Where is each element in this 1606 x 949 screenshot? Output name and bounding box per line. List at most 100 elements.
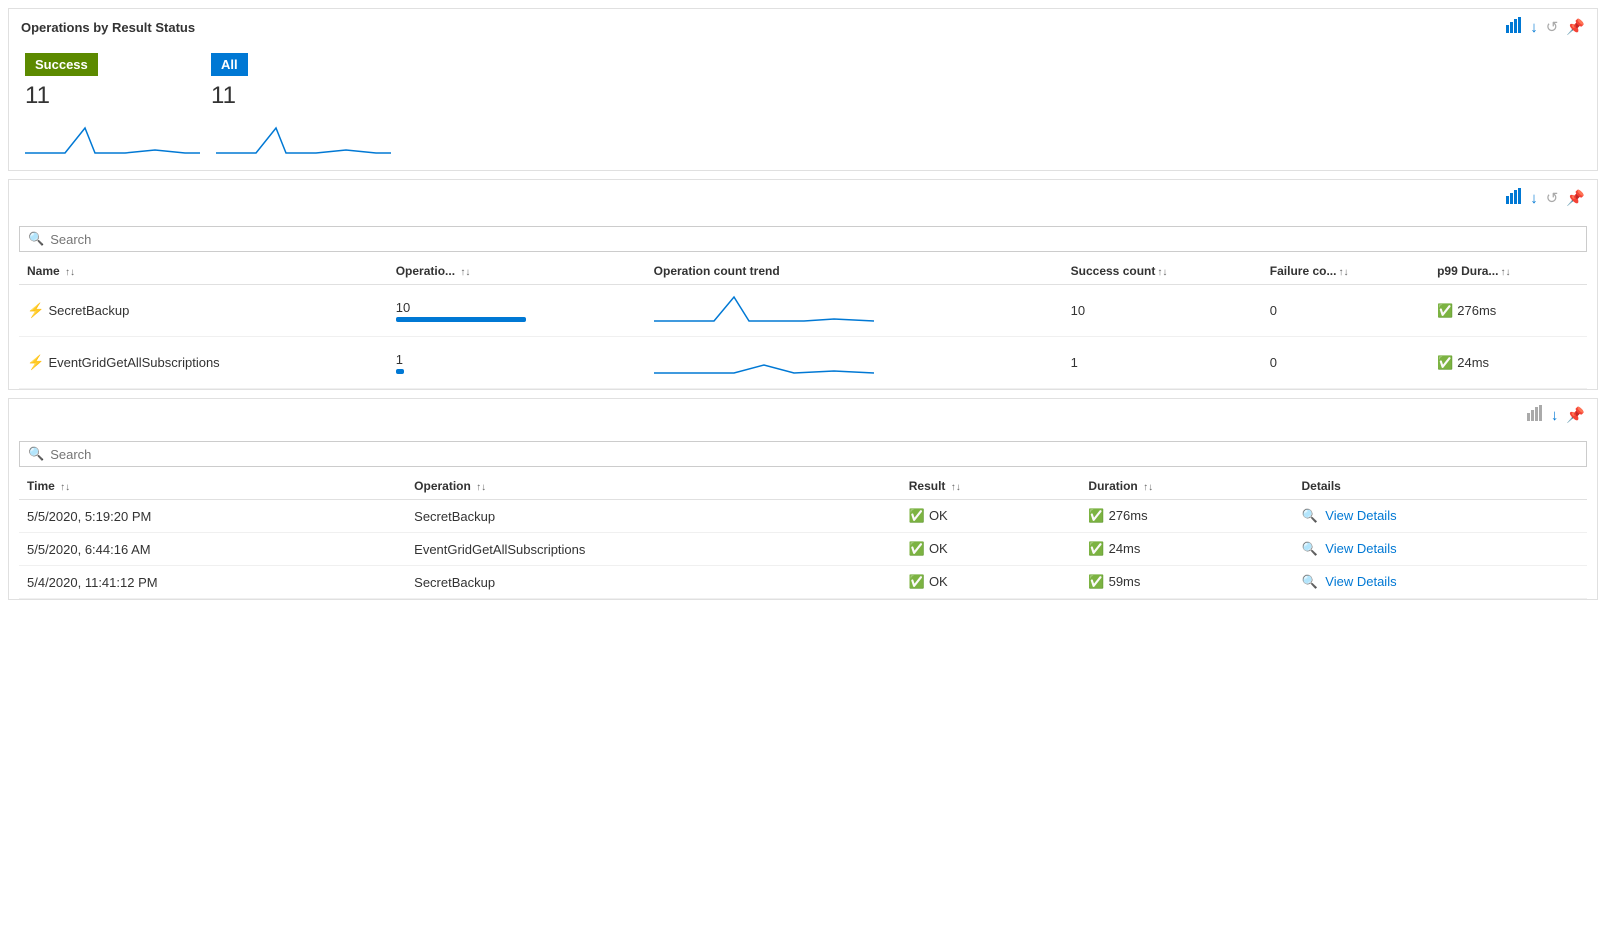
col-failure[interactable]: Failure co...↑↓ — [1262, 258, 1429, 285]
col-name[interactable]: Name ↑↓ — [19, 258, 388, 285]
ok-check-icon: ✅ — [1437, 355, 1453, 370]
top-panel-icons: ↓ ↺ 📌 — [1506, 17, 1585, 37]
col-trend[interactable]: Operation count trend — [646, 258, 1063, 285]
trend-chart — [654, 345, 874, 377]
trend-chart — [654, 293, 874, 325]
magnify-icon: 🔍 — [1301, 508, 1317, 523]
result-ok-icon: ✅ — [909, 574, 925, 589]
pin-icon[interactable]: 📌 — [1566, 18, 1585, 36]
stat-value-success: 11 — [25, 80, 195, 114]
bottom-row-operation: SecretBackup — [406, 500, 901, 533]
middle-pin-icon[interactable]: 📌 — [1566, 189, 1585, 207]
middle-row-trend — [646, 337, 1063, 389]
col-duration[interactable]: p99 Dura...↑↓ — [1429, 258, 1587, 285]
top-panel-title: Operations by Result Status — [21, 20, 195, 35]
stat-label-success: Success — [25, 53, 98, 76]
bottom-search-input[interactable] — [50, 447, 1578, 462]
view-details-link[interactable]: View Details — [1325, 508, 1396, 523]
op-bar — [396, 317, 526, 322]
duration-ok-icon: ✅ — [1088, 541, 1104, 556]
bottom-table-header-row: Time ↑↓ Operation ↑↓ Result ↑↓ Duration … — [19, 473, 1587, 500]
bottom-table: Time ↑↓ Operation ↑↓ Result ↑↓ Duration … — [19, 473, 1587, 599]
middle-row-name: ⚡EventGridGetAllSubscriptions — [19, 337, 388, 389]
stat-cards: Success 11 All 11 — [9, 45, 1597, 118]
middle-download-icon[interactable]: ↓ — [1530, 190, 1538, 207]
top-panel-header: Operations by Result Status ↓ ↺ 📌 — [9, 9, 1597, 45]
chart-icon[interactable] — [1506, 17, 1522, 37]
magnify-icon: 🔍 — [1301, 574, 1317, 589]
bottom-row-operation: EventGridGetAllSubscriptions — [406, 533, 901, 566]
middle-row-opcount: 1 — [388, 337, 646, 389]
middle-row-failure: 0 — [1262, 285, 1429, 337]
middle-search-bar[interactable]: 🔍 — [19, 226, 1587, 252]
stat-label-all: All — [211, 53, 248, 76]
bottom-table-row[interactable]: 5/4/2020, 11:41:12 PM SecretBackup ✅OK ✅… — [19, 566, 1587, 599]
sparkline-success — [25, 118, 200, 158]
bottom-row-details[interactable]: 🔍 View Details — [1293, 566, 1587, 599]
bottom-download-icon[interactable]: ↓ — [1551, 407, 1559, 424]
bottom-table-row[interactable]: 5/5/2020, 6:44:16 AM EventGridGetAllSubs… — [19, 533, 1587, 566]
result-ok-icon: ✅ — [909, 541, 925, 556]
stat-card-all[interactable]: All 11 — [211, 53, 381, 114]
bottom-row-duration: ✅276ms — [1080, 500, 1293, 533]
top-panel: Operations by Result Status ↓ ↺ 📌 Succes… — [8, 8, 1598, 171]
middle-panel: ↓ ↺ 📌 🔍 Name ↑↓ Operatio... ↑↓ Operation… — [8, 179, 1598, 390]
col-operation[interactable]: Operation ↑↓ — [406, 473, 901, 500]
middle-row-success: 10 — [1063, 285, 1262, 337]
result-ok-icon: ✅ — [909, 508, 925, 523]
col-result[interactable]: Result ↑↓ — [901, 473, 1081, 500]
lightning-icon: ⚡ — [27, 302, 44, 318]
bottom-panel: ↓ 📌 🔍 Time ↑↓ Operation ↑↓ Result ↑↓ Dur… — [8, 398, 1598, 600]
middle-panel-icons: ↓ ↺ 📌 — [1506, 188, 1585, 208]
bottom-table-wrapper: Time ↑↓ Operation ↑↓ Result ↑↓ Duration … — [9, 473, 1597, 599]
middle-panel-header: ↓ ↺ 📌 — [9, 180, 1597, 216]
bottom-row-details[interactable]: 🔍 View Details — [1293, 533, 1587, 566]
bottom-pin-icon[interactable]: 📌 — [1566, 406, 1585, 424]
middle-row-failure: 0 — [1262, 337, 1429, 389]
middle-chart-icon[interactable] — [1506, 188, 1522, 208]
bottom-row-details[interactable]: 🔍 View Details — [1293, 500, 1587, 533]
duration-ok-icon: ✅ — [1088, 574, 1104, 589]
bottom-panel-icons: ↓ 📌 — [1527, 405, 1585, 425]
col-opcount[interactable]: Operatio... ↑↓ — [388, 258, 646, 285]
bottom-row-duration: ✅59ms — [1080, 566, 1293, 599]
bottom-panel-header: ↓ 📌 — [9, 399, 1597, 431]
ok-check-icon: ✅ — [1437, 303, 1453, 318]
middle-row-name: ⚡SecretBackup — [19, 285, 388, 337]
bottom-row-result: ✅OK — [901, 500, 1081, 533]
middle-table-row[interactable]: ⚡EventGridGetAllSubscriptions 1 1 0 ✅24m… — [19, 337, 1587, 389]
middle-search-input[interactable] — [50, 232, 1578, 247]
duration-ok-icon: ✅ — [1088, 508, 1104, 523]
middle-row-opcount: 10 — [388, 285, 646, 337]
col-success[interactable]: Success count↑↓ — [1063, 258, 1262, 285]
bottom-row-result: ✅OK — [901, 533, 1081, 566]
middle-row-duration: ✅276ms — [1429, 285, 1587, 337]
middle-table-wrapper: Name ↑↓ Operatio... ↑↓ Operation count t… — [9, 258, 1597, 389]
stat-card-success[interactable]: Success 11 — [25, 53, 195, 114]
bottom-row-result: ✅OK — [901, 566, 1081, 599]
op-bar — [396, 369, 404, 374]
bottom-row-duration: ✅24ms — [1080, 533, 1293, 566]
bottom-row-time: 5/5/2020, 6:44:16 AM — [19, 533, 406, 566]
col-time[interactable]: Time ↑↓ — [19, 473, 406, 500]
download-icon[interactable]: ↓ — [1530, 19, 1538, 36]
bottom-table-row[interactable]: 5/5/2020, 5:19:20 PM SecretBackup ✅OK ✅2… — [19, 500, 1587, 533]
bottom-search-bar[interactable]: 🔍 — [19, 441, 1587, 467]
middle-row-duration: ✅24ms — [1429, 337, 1587, 389]
middle-undo-icon[interactable]: ↺ — [1546, 189, 1559, 207]
view-details-link[interactable]: View Details — [1325, 541, 1396, 556]
middle-table-header-row: Name ↑↓ Operatio... ↑↓ Operation count t… — [19, 258, 1587, 285]
view-details-link[interactable]: View Details — [1325, 574, 1396, 589]
undo-icon[interactable]: ↺ — [1546, 18, 1559, 36]
middle-table-row[interactable]: ⚡SecretBackup 10 10 0 ✅276ms — [19, 285, 1587, 337]
bottom-search-icon: 🔍 — [28, 446, 44, 462]
col-details: Details — [1293, 473, 1587, 500]
sparkline-all — [216, 118, 391, 158]
middle-row-success: 1 — [1063, 337, 1262, 389]
bottom-chart-icon[interactable] — [1527, 405, 1543, 425]
middle-search-icon: 🔍 — [28, 231, 44, 247]
bottom-row-operation: SecretBackup — [406, 566, 901, 599]
stat-value-all: 11 — [211, 80, 381, 114]
middle-row-trend — [646, 285, 1063, 337]
col-dur[interactable]: Duration ↑↓ — [1080, 473, 1293, 500]
